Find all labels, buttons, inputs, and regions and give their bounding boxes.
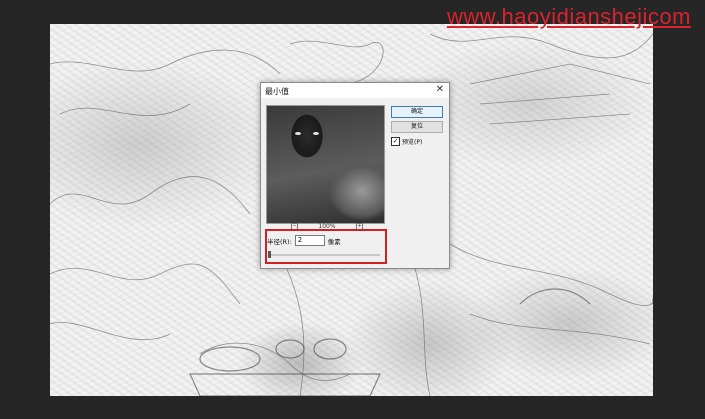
preview-label: 预览(P) (402, 139, 423, 146)
dialog-titlebar[interactable]: 最小值 ✕ (261, 83, 449, 98)
ok-button[interactable]: 确定 (391, 106, 443, 118)
preview-checkbox-row[interactable]: ✓ 预览(P) (391, 137, 422, 146)
dialog-title: 最小值 (265, 87, 289, 96)
reset-button[interactable]: 复位 (391, 121, 443, 133)
watermark-text: www.haoyidianshejicom (446, 4, 691, 29)
preview-detail (295, 132, 301, 135)
filter-preview[interactable] (266, 105, 385, 224)
highlight-box (265, 229, 387, 264)
close-icon[interactable]: ✕ (436, 84, 444, 95)
preview-detail (313, 132, 319, 135)
preview-checkbox[interactable]: ✓ (391, 137, 400, 146)
